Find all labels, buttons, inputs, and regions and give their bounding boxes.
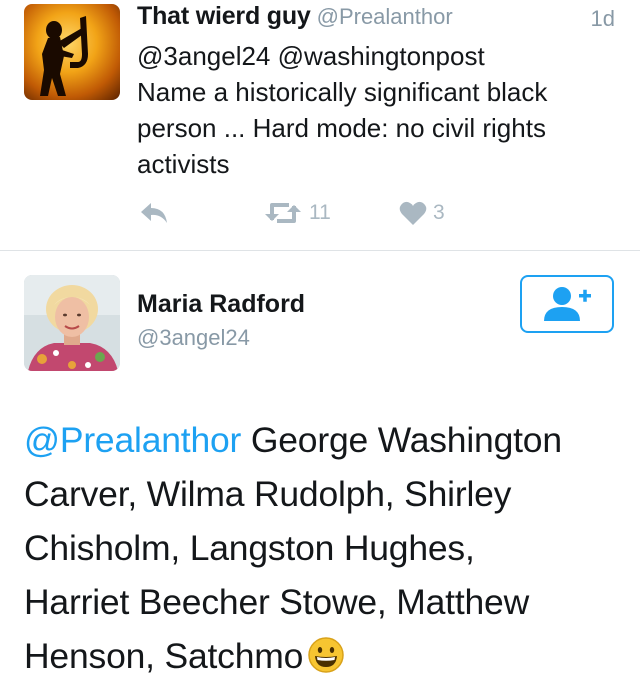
- add-user-icon: [544, 287, 591, 321]
- grinning-face-emoji: [308, 637, 344, 673]
- saxophone-player-icon: [40, 16, 88, 96]
- like-button[interactable]: 3: [399, 196, 445, 230]
- retweet-count: 11: [309, 201, 331, 224]
- tweet-header: That wierd guy @Prealanthor 1d: [137, 2, 617, 36]
- retweet-button[interactable]: 11: [263, 196, 331, 230]
- author-handle[interactable]: @Prealanthor: [317, 4, 453, 29]
- tweet-card-1[interactable]: That wierd guy @Prealanthor 1d @3angel24 …: [0, 0, 640, 251]
- tweet-text-line: @Prealanthor George Washington: [24, 413, 624, 467]
- avatar[interactable]: [24, 275, 120, 371]
- reply-icon: [141, 203, 167, 223]
- heart-icon: [399, 201, 427, 225]
- tweet-actions: 11 3: [137, 196, 537, 230]
- follow-button[interactable]: [520, 275, 614, 333]
- retweet-icon: [265, 203, 301, 223]
- profile-photo-icon: [24, 275, 120, 371]
- author-name[interactable]: Maria Radford: [137, 290, 305, 319]
- avatar[interactable]: [24, 4, 120, 100]
- tweet-text-segment: George Washington: [241, 420, 562, 460]
- tweet-text-line: @3angel24 @washingtonpost: [137, 41, 485, 71]
- author-name[interactable]: That wierd guy: [137, 2, 311, 30]
- tweet-text-line: Henson, Satchmo: [24, 629, 624, 683]
- mention-link[interactable]: @Prealanthor: [24, 420, 241, 460]
- tweet-text: @Prealanthor George Washington Carver, W…: [24, 413, 624, 683]
- tweet-text-line: Chisholm, Langston Hughes,: [24, 528, 475, 568]
- tweet-text-line: person ... Hard mode: no civil rights: [137, 113, 546, 143]
- tweet-text-line: Harriet Beecher Stowe, Matthew: [24, 582, 530, 622]
- tweet-text-line: Carver, Wilma Rudolph, Shirley: [24, 474, 512, 514]
- tweet-text-line: Name a historically significant black: [137, 77, 548, 107]
- tweet-text-line: activists: [137, 149, 230, 179]
- tweet-text-segment: Henson, Satchmo: [24, 636, 304, 676]
- timestamp[interactable]: 1d: [591, 6, 615, 32]
- author-handle[interactable]: @3angel24: [137, 325, 250, 351]
- like-count: 3: [433, 201, 445, 224]
- tweet-text: @3angel24 @washingtonpost Name a histori…: [137, 38, 627, 182]
- reply-button[interactable]: [139, 196, 169, 230]
